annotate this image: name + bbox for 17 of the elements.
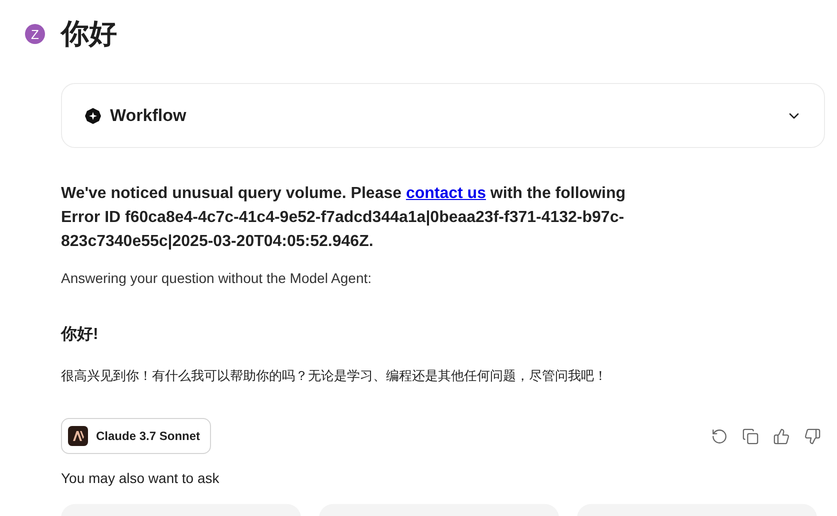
dislike-icon[interactable] bbox=[804, 428, 821, 444]
avatar: Z bbox=[25, 24, 45, 44]
model-chip[interactable]: Claude 3.7 Sonnet bbox=[61, 418, 212, 454]
page-title: 你好 bbox=[61, 17, 117, 51]
workflow-icon bbox=[84, 106, 102, 124]
fallback-note: Answering your question without the Model Agent: bbox=[61, 270, 373, 286]
model-logo-icon bbox=[68, 426, 88, 446]
contact-link[interactable]: contact us bbox=[406, 185, 486, 202]
like-icon[interactable] bbox=[773, 428, 790, 444]
answer-heading: 你好! bbox=[61, 324, 100, 345]
answer-text: 很高兴见到你！有什么我可以帮助你的吗？无论是学习、编程还是其他任何问题，尽管问我吧！ bbox=[61, 367, 608, 385]
workflow-label: Workflow bbox=[110, 106, 188, 126]
workflow-panel[interactable]: Workflow bbox=[61, 83, 825, 148]
suggestions-label: You may also want to ask bbox=[61, 470, 220, 486]
retry-icon[interactable] bbox=[711, 428, 728, 444]
copy-icon[interactable] bbox=[742, 428, 759, 444]
error-message: We've noticed unusual query volume. Please contact us with the following Error ID f60ca8e4-4c7c-41c4-9e52-f7adcd344a1a|0beaa23f-f371-4132-b97c-823c7340e55c|2025-03-20T04:05:52.946Z. bbox=[61, 184, 626, 252]
